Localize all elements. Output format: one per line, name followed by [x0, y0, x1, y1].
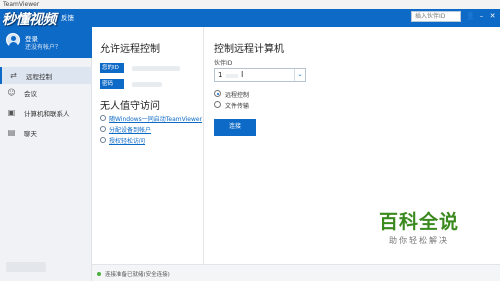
password-label: 密码 [100, 79, 124, 89]
window-title: TeamViewer [0, 0, 500, 9]
sidebar-item-label: 计算机和联系人 [24, 110, 70, 118]
minimize-icon[interactable]: – [477, 12, 486, 21]
radio-button[interactable] [214, 101, 221, 108]
chevron-down-icon[interactable]: ⌄ [294, 69, 305, 81]
video-logo-watermark: 秒懂视频 [2, 12, 57, 28]
text-cursor-icon: I [241, 70, 244, 79]
sidebar: 登录 还没有帐户？ ⇄ 远程控制 ☺ 会议 ▣ 计算机和联系人 ▤ 聊天 [0, 27, 92, 281]
profile-icon[interactable]: 👤 [466, 12, 475, 21]
unattended-access-title: 无人值守访问 [100, 101, 160, 112]
control-remote-title: 控制远程计算机 [214, 44, 284, 55]
partner-id-search-input[interactable]: 插入伙伴ID [411, 11, 461, 22]
close-icon[interactable]: ✕ [488, 12, 497, 21]
password-value [132, 82, 162, 87]
partner-id-input[interactable]: 1 I ⌄ [214, 68, 306, 82]
your-id-label: 您的ID [100, 63, 124, 73]
sidebar-item-remote-control[interactable]: ⇄ 远程控制 [0, 67, 92, 84]
arrows-icon: ⇄ [10, 71, 17, 80]
contacts-icon: ▣ [7, 108, 16, 117]
partner-id-label: 伙伴ID [214, 60, 233, 67]
circle-icon [100, 137, 106, 143]
watermark-title: 百科全说 [378, 211, 459, 233]
your-id-value [132, 66, 180, 71]
connect-button[interactable]: 连接 [214, 119, 256, 136]
watermark-subtitle: 助你轻松解决 [389, 236, 449, 245]
circle-icon [100, 126, 106, 132]
meeting-icon: ☺ [7, 88, 16, 97]
allow-remote-control-panel: 允许远程控制 您的ID 密码 无人值守访问 随Windows一同启动TeamVi… [92, 27, 204, 264]
avatar [6, 33, 20, 47]
menu-feedback[interactable]: 反馈 [61, 12, 74, 22]
no-account-link[interactable]: 还没有帐户？ [25, 42, 61, 51]
status-bar: 连接准备已就绪(安全连接) [92, 264, 500, 281]
sidebar-item-contacts[interactable]: ▣ 计算机和联系人 [0, 104, 92, 121]
sidebar-item-label: 远程控制 [26, 73, 52, 81]
sidebar-item-meeting[interactable]: ☺ 会议 [0, 84, 92, 101]
teamviewer-logo [6, 262, 46, 272]
allow-remote-title: 允许远程控制 [100, 44, 160, 55]
baike-watermark: 百科全说 助你轻松解决 [364, 207, 474, 246]
partner-id-value: 1 [218, 71, 223, 79]
sidebar-item-label: 会议 [24, 90, 37, 98]
partner-id-blur [226, 74, 238, 78]
chat-icon: ▤ [7, 128, 16, 137]
profile-section[interactable]: 登录 还没有帐户？ [0, 27, 92, 58]
status-text: 连接准备已就绪(安全连接) [105, 272, 170, 278]
radio-button[interactable] [214, 90, 221, 97]
circle-icon [100, 115, 106, 121]
sidebar-item-label: 聊天 [24, 130, 37, 138]
status-indicator-icon [97, 272, 101, 276]
sidebar-item-chat[interactable]: ▤ 聊天 [0, 124, 92, 141]
